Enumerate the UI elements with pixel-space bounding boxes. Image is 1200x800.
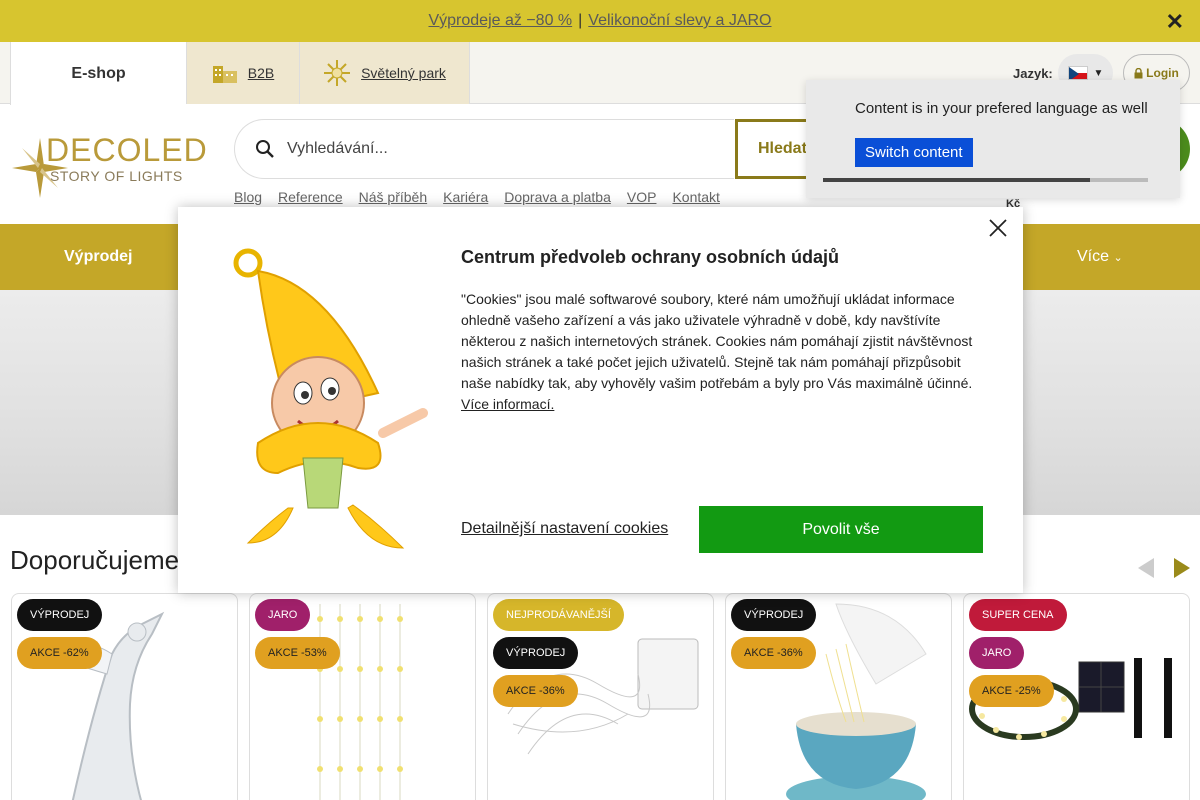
badge-discount: AKCE -36%	[493, 675, 578, 707]
language-popup-message: Content is in your prefered language as …	[855, 100, 1148, 117]
cookie-consent-dialog: Centrum předvoleb ochrany osobních údajů…	[178, 207, 1023, 593]
product-card[interactable]: NEJPRODÁVANĚJŠÍ VÝPRODEJ AKCE -36%	[487, 593, 714, 800]
badge-sale: VÝPRODEJ	[493, 637, 579, 669]
promo-bar: Výprodeje až −80 % | Velikonoční slevy a…	[0, 0, 1200, 42]
search-box	[234, 119, 734, 179]
switch-content-button[interactable]: Switch content	[855, 138, 973, 167]
tab-eshop-label: E-shop	[71, 64, 126, 82]
nav-link-story[interactable]: Náš příběh	[359, 189, 427, 205]
promo-sale-link[interactable]: Výprodeje až −80 %	[428, 12, 572, 30]
close-icon[interactable]: ✕	[1166, 9, 1184, 35]
badge-discount: AKCE -53%	[255, 637, 340, 669]
cookie-dialog-text: "Cookies" jsou malé softwarové soubory, …	[461, 289, 991, 415]
nav-link-terms[interactable]: VOP	[627, 189, 657, 205]
nav-link-shipping[interactable]: Doprava a platba	[504, 189, 611, 205]
product-card[interactable]: JARO AKCE -53%	[249, 593, 476, 800]
star-light-icon	[324, 60, 351, 86]
czech-flag-icon	[1067, 66, 1088, 80]
promo-spring-link[interactable]: Velikonoční slevy a JARO	[588, 12, 771, 30]
logo-tagline: STORY OF LIGHTS	[50, 168, 183, 184]
login-label: Login	[1146, 66, 1179, 80]
cookie-settings-link[interactable]: Detailnější nastavení cookies	[461, 520, 668, 538]
logo-title: DECOLED	[46, 132, 208, 168]
tab-b2b[interactable]: B2B	[186, 42, 299, 104]
carousel-next-icon[interactable]	[1174, 558, 1190, 578]
building-icon	[212, 66, 237, 83]
badge-spring: JARO	[969, 637, 1025, 669]
language-suggestion-popup: Content is in your prefered language as …	[806, 80, 1180, 198]
badge-sale: VÝPRODEJ	[17, 599, 103, 631]
badge-discount: AKCE -25%	[969, 675, 1054, 707]
tab-b2b-label[interactable]: B2B	[248, 65, 274, 81]
badge-super-price: SUPER CENA	[969, 599, 1067, 631]
carousel-prev-icon[interactable]	[1138, 558, 1154, 578]
badge-discount: AKCE -36%	[731, 637, 816, 669]
tab-eshop[interactable]: E-shop	[10, 42, 186, 105]
product-card[interactable]: VÝPRODEJ AKCE -36%	[725, 593, 952, 800]
badge-discount: AKCE -62%	[17, 637, 102, 669]
product-card[interactable]: VÝPRODEJ AKCE -62%	[11, 593, 238, 800]
allow-all-button[interactable]: Povolit vše	[699, 506, 983, 553]
chevron-down-icon: ⌄	[1113, 252, 1123, 264]
lock-icon	[1134, 67, 1143, 78]
search-input[interactable]	[287, 140, 707, 158]
search-icon	[256, 140, 274, 158]
cookie-dialog-title: Centrum předvoleb ochrany osobních údajů	[461, 247, 840, 267]
menu-item-more[interactable]: Více ⌄	[1077, 248, 1123, 266]
badge-bestseller: NEJPRODÁVANĚJŠÍ	[493, 599, 624, 631]
menu-more-label: Více	[1077, 248, 1110, 265]
tab-light-park-label[interactable]: Světelný park	[361, 65, 446, 81]
decoled-logo[interactable]: DECOLED STORY OF LIGHTS	[10, 132, 210, 204]
nav-link-career[interactable]: Kariéra	[443, 189, 488, 205]
menu-item-sale[interactable]: Výprodej	[64, 248, 132, 266]
nav-link-contact[interactable]: Kontakt	[672, 189, 719, 205]
secondary-nav: Blog Reference Náš příběh Kariéra Doprav…	[234, 189, 720, 205]
nav-link-reference[interactable]: Reference	[278, 189, 343, 205]
recommended-title: Doporučujeme	[10, 545, 180, 575]
close-icon[interactable]	[987, 217, 1009, 239]
countdown-progress-fill	[823, 178, 1090, 182]
cookie-description: "Cookies" jsou malé softwarové soubory, …	[461, 291, 973, 391]
more-info-link[interactable]: Více informací.	[461, 396, 554, 412]
countdown-progress-bar	[823, 178, 1148, 182]
badge-spring: JARO	[255, 599, 311, 631]
badge-sale: VÝPRODEJ	[731, 599, 817, 631]
caret-down-icon: ▼	[1093, 67, 1104, 79]
nav-link-blog[interactable]: Blog	[234, 189, 262, 205]
bell-mascot-illustration	[233, 248, 428, 549]
promo-separator: |	[578, 12, 583, 29]
language-label: Jazyk:	[1013, 66, 1053, 81]
tab-light-park[interactable]: Světelný park	[299, 42, 470, 104]
product-card[interactable]: SUPER CENA JARO AKCE -25%	[963, 593, 1190, 800]
